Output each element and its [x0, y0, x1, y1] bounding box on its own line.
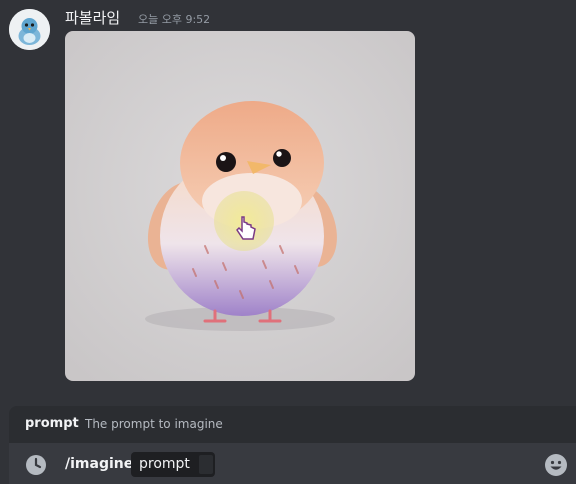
image-attachment[interactable] — [65, 31, 415, 381]
message-composer[interactable]: /imagine prompt — [9, 443, 576, 484]
option-description: The prompt to imagine — [85, 417, 223, 431]
emoji-icon[interactable] — [544, 453, 568, 477]
prompt-option-pill[interactable]: prompt — [131, 452, 215, 477]
command-option-suggestion[interactable]: prompt The prompt to imagine — [9, 406, 576, 443]
message-timestamp: 오늘 오후 9:52 — [138, 13, 211, 26]
slash-command: /imagine — [65, 456, 134, 472]
user-avatar[interactable] — [9, 9, 50, 50]
message-username[interactable]: 파볼라임 — [65, 7, 120, 28]
prompt-input[interactable] — [199, 455, 213, 474]
bird-avatar-icon — [9, 9, 50, 50]
option-label: prompt — [139, 456, 190, 472]
option-name: prompt — [25, 416, 79, 431]
clock-icon[interactable] — [25, 454, 47, 476]
bird-illustration — [65, 31, 415, 381]
